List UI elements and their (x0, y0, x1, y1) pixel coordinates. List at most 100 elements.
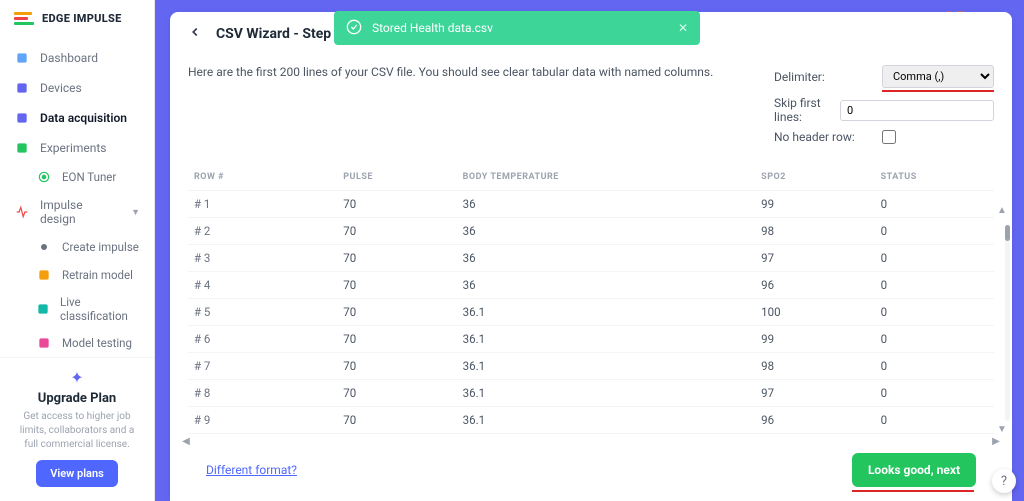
scroll-left-icon[interactable]: ◀ (176, 436, 196, 447)
table-cell: # 1 (188, 191, 337, 218)
table-cell: 100 (755, 299, 874, 326)
delimiter-label: Delimiter: (774, 70, 874, 84)
table-row: # 17036990 (188, 191, 994, 218)
sidebar-item-label: Data acquisition (40, 111, 127, 125)
table-cell: 70 (337, 218, 456, 245)
table-cell: 97 (755, 245, 874, 272)
test-icon (36, 335, 52, 351)
no-header-checkbox[interactable] (882, 130, 896, 144)
sidebar-item-impulse-design[interactable]: Impulse design ▼ (0, 191, 154, 233)
upgrade-title: Upgrade Plan (12, 391, 142, 406)
table-cell: # 2 (188, 218, 337, 245)
table-row: # 27036980 (188, 218, 994, 245)
csv-options: Delimiter: Comma (,) Skip first lines: N… (774, 65, 994, 150)
brand-logo[interactable]: EDGE IMPULSE (0, 0, 154, 37)
table-cell: 70 (337, 380, 456, 407)
table-cell: 70 (337, 326, 456, 353)
no-header-label: No header row: (774, 130, 874, 144)
sidebar-item-label: Create impulse (62, 240, 139, 254)
sidebar-item-label: Dashboard (40, 51, 98, 65)
table-cell: 98 (755, 353, 874, 380)
column-header: STATUS (875, 164, 994, 191)
table-cell: # 8 (188, 380, 337, 407)
table-row: # 77036.1980 (188, 353, 994, 380)
wizard-card: CSV Wizard - Step 2: Pro Here are the fi… (170, 12, 1012, 501)
sidebar-item-data-acquisition[interactable]: Data acquisition (0, 103, 154, 133)
sidebar-item-label: Live classification (60, 295, 140, 323)
table-cell: 70 (337, 353, 456, 380)
csv-preview-table: ROW #PULSEBODY TEMPERATURESPO2STATUS # 1… (188, 164, 994, 441)
scroll-up-icon[interactable]: ▲ (992, 205, 1012, 216)
devices-icon (14, 80, 30, 96)
sidebar-item-label: Devices (40, 81, 82, 95)
table-row: # 47036960 (188, 272, 994, 299)
table-cell: 0 (875, 272, 994, 299)
sidebar-item-dashboard[interactable]: Dashboard (0, 43, 154, 73)
table-cell: # 3 (188, 245, 337, 272)
different-format-link[interactable]: Different format? (206, 463, 297, 477)
table-cell: 36.1 (457, 299, 756, 326)
table-cell: 36 (457, 218, 756, 245)
dashboard-icon (14, 50, 30, 66)
table-cell: 0 (875, 434, 994, 442)
sidebar-item-label: Impulse design (40, 198, 121, 226)
vertical-scrollbar[interactable] (1005, 225, 1010, 421)
help-button[interactable]: ? (992, 469, 1016, 493)
table-cell: 70 (337, 407, 456, 434)
sidebar-item-model-testing[interactable]: Model testing (0, 329, 154, 357)
table-cell: # 9 (188, 407, 337, 434)
table-row: # 97036.1960 (188, 407, 994, 434)
table-cell: 36 (457, 245, 756, 272)
dot-icon (36, 239, 52, 255)
upgrade-panel: ✦ Upgrade Plan Get access to higher job … (0, 357, 154, 501)
table-cell: 36.1 (457, 326, 756, 353)
table-cell: # 7 (188, 353, 337, 380)
logo-mark-icon (14, 12, 34, 25)
wizard-footer: Different format? Looks good, next (188, 445, 994, 501)
sidebar-item-devices[interactable]: Devices (0, 73, 154, 103)
table-cell: 36.1 (457, 407, 756, 434)
nav-list: Dashboard Devices Data acquisition Experime… (0, 37, 154, 357)
chevron-down-icon: ▼ (131, 207, 140, 218)
delimiter-select[interactable]: Comma (,) (882, 65, 994, 88)
live-icon (36, 301, 50, 317)
skip-lines-label: Skip first lines: (774, 96, 832, 124)
sidebar-item-experiments[interactable]: Experiments (0, 133, 154, 163)
table-cell: # 10 (188, 434, 337, 442)
table-cell: 0 (875, 245, 994, 272)
table-row: # 57036.11000 (188, 299, 994, 326)
toast-close-icon[interactable]: ✕ (678, 21, 688, 35)
table-cell: 100 (755, 434, 874, 442)
sidebar-item-retrain-model[interactable]: Retrain model (0, 261, 154, 289)
view-plans-button[interactable]: View plans (36, 460, 118, 487)
brand-name: EDGE IMPULSE (42, 12, 122, 25)
looks-good-next-button[interactable]: Looks good, next (852, 453, 976, 487)
grid-icon (14, 140, 30, 156)
table-cell: 97 (755, 380, 874, 407)
column-header: SPO2 (755, 164, 874, 191)
table-cell: 70 (337, 272, 456, 299)
sidebar-item-live-classification[interactable]: Live classification (0, 289, 154, 329)
next-button-highlight (852, 490, 974, 492)
scroll-right-icon[interactable]: ▶ (986, 436, 1006, 447)
table-cell: 0 (875, 326, 994, 353)
table-cell: 99 (755, 326, 874, 353)
skip-lines-input[interactable] (840, 100, 994, 121)
table-cell: # 5 (188, 299, 337, 326)
scroll-down-icon[interactable]: ▼ (992, 424, 1012, 435)
table-row: # 37036970 (188, 245, 994, 272)
back-button[interactable] (188, 24, 202, 43)
sidebar-item-create-impulse[interactable]: Create impulse (0, 233, 154, 261)
sidebar-item-eon-tuner[interactable]: EON Tuner (0, 163, 154, 191)
sidebar-item-label: EON Tuner (62, 170, 116, 184)
table-cell: 70 (337, 245, 456, 272)
table-cell: 0 (875, 299, 994, 326)
toast-success: Stored Health data.csv ✕ (334, 11, 700, 45)
delimiter-highlight (882, 90, 994, 92)
table-cell: # 6 (188, 326, 337, 353)
sidebar: EDGE IMPULSE Dashboard Devices Data acquis… (0, 0, 155, 501)
refresh-icon (36, 267, 52, 283)
column-header: ROW # (188, 164, 337, 191)
sidebar-item-label: Experiments (40, 141, 107, 155)
sidebar-item-label: Model testing (62, 336, 132, 350)
